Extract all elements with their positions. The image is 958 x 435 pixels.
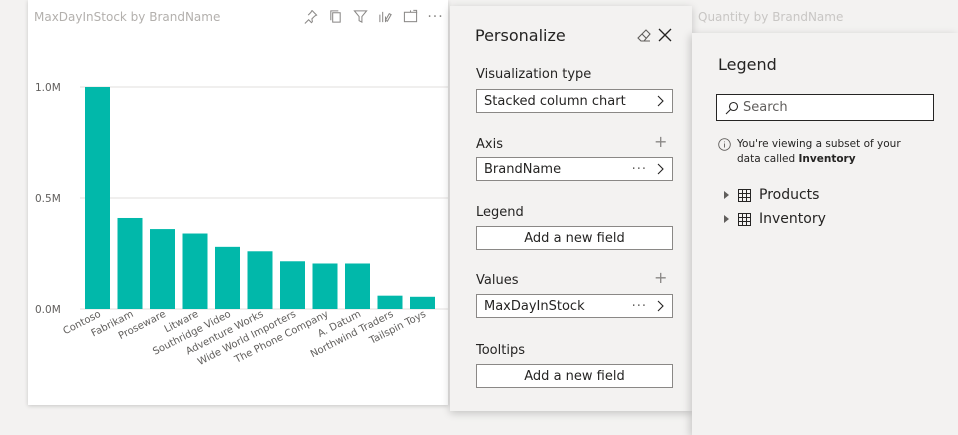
visualization-type-label: Visualization type — [476, 67, 592, 82]
visualization-type-dropdown[interactable]: Stacked column chart — [476, 89, 673, 113]
expand-triangle-icon[interactable] — [724, 215, 729, 223]
personalize-pane: Personalize Visualization type Stacked c… — [450, 6, 692, 411]
search-box[interactable] — [716, 94, 934, 121]
axis-field-well[interactable]: BrandName ··· — [476, 157, 673, 181]
field-list: Products Inventory — [724, 183, 826, 231]
visual-toolbar: ··· — [302, 8, 444, 25]
filter-icon[interactable] — [352, 8, 369, 25]
bar[interactable] — [345, 263, 370, 309]
pin-icon[interactable] — [302, 8, 319, 25]
tooltips-label: Tooltips — [476, 343, 525, 358]
expand-triangle-icon[interactable] — [724, 191, 729, 199]
subset-info-name: Inventory — [798, 153, 856, 165]
table-name: Products — [759, 187, 820, 203]
reset-eraser-icon[interactable] — [635, 26, 653, 44]
close-icon[interactable] — [656, 26, 674, 44]
y-tick-label: 1.0M — [35, 82, 61, 94]
bar[interactable] — [117, 217, 143, 309]
axis-label: Axis — [476, 137, 503, 152]
subset-info-text: You're viewing a subset of your data cal… — [737, 137, 927, 167]
personalize-title: Personalize — [475, 26, 566, 45]
background-visual-title: Quantity by BrandName — [698, 10, 844, 24]
bar[interactable] — [247, 251, 273, 309]
bar[interactable] — [215, 246, 240, 309]
subset-info: You're viewing a subset of your data cal… — [718, 137, 927, 167]
axis-more-icon[interactable]: ··· — [632, 162, 647, 177]
legend-flyout: Legend You're viewing a subset of your d… — [692, 33, 958, 435]
y-tick-label: 0.5M — [35, 193, 61, 205]
visualization-type-value: Stacked column chart — [484, 93, 626, 109]
legend-add-field-button[interactable]: Add a new field — [476, 226, 673, 250]
focus-mode-icon[interactable] — [402, 8, 419, 25]
table-icon — [738, 188, 751, 202]
bar[interactable] — [150, 229, 175, 309]
bar[interactable] — [312, 263, 338, 309]
search-input[interactable] — [743, 100, 923, 115]
bar[interactable] — [182, 233, 208, 309]
table-icon — [738, 212, 751, 226]
search-icon — [725, 101, 739, 114]
legend-add-field-label: Add a new field — [524, 230, 625, 246]
chart-svg: 0.0M0.5M1.0MContosoFabrikamProsewareLitw… — [35, 82, 448, 368]
table-item-products[interactable]: Products — [724, 183, 826, 207]
chevron-right-icon[interactable] — [653, 299, 667, 313]
copy-icon[interactable] — [327, 8, 344, 25]
bar[interactable] — [85, 87, 110, 309]
values-label: Values — [476, 273, 519, 288]
tooltips-add-field-button[interactable]: Add a new field — [476, 364, 673, 388]
bar[interactable] — [410, 296, 435, 309]
axis-field-value: BrandName — [484, 161, 562, 177]
more-options-icon[interactable]: ··· — [427, 8, 444, 25]
table-item-inventory[interactable]: Inventory — [724, 207, 826, 231]
bar[interactable] — [280, 261, 305, 309]
values-field-well[interactable]: MaxDayInStock ··· — [476, 294, 673, 318]
chevron-right-icon[interactable] — [653, 162, 667, 176]
add-axis-plus-icon[interactable]: + — [654, 134, 667, 150]
add-values-plus-icon[interactable]: + — [654, 270, 667, 286]
personalize-icon[interactable] — [377, 8, 394, 25]
flyout-pointer — [679, 228, 692, 252]
tooltips-add-field-label: Add a new field — [524, 368, 625, 384]
chevron-right-icon — [657, 95, 664, 107]
chart-card[interactable]: 0.0M 0.5M 1.0M Contoso Fabrikam Proseware Litw… — [28, 0, 448, 405]
table-name: Inventory — [759, 211, 826, 227]
bar[interactable] — [377, 295, 403, 309]
legend-label: Legend — [476, 205, 524, 220]
info-icon — [718, 138, 731, 151]
chart-title: MaxDayInStock by BrandName — [34, 10, 221, 24]
values-more-icon[interactable]: ··· — [632, 299, 647, 314]
y-tick-label: 0.0M — [35, 304, 61, 316]
legend-flyout-title: Legend — [718, 55, 777, 74]
values-field-value: MaxDayInStock — [484, 298, 585, 314]
